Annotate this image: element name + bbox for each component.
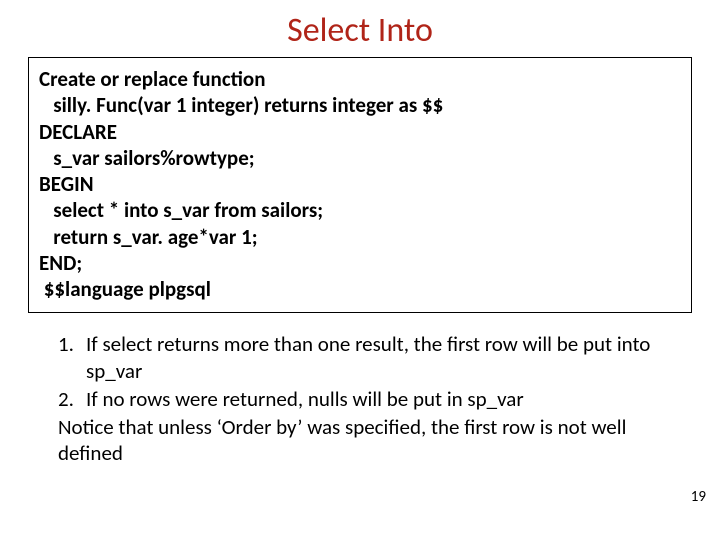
code-line: $$language plpgsql bbox=[39, 276, 681, 302]
list-number: 1. bbox=[58, 331, 74, 357]
list-item: 2. If no rows were returned, nulls will … bbox=[58, 386, 692, 412]
notes-block: 1. If select returns more than one resul… bbox=[28, 331, 692, 466]
slide: Select Into Create or replace function s… bbox=[0, 0, 720, 540]
code-line: return s_var. age*var 1; bbox=[39, 224, 681, 250]
code-line: DECLARE bbox=[39, 119, 681, 145]
code-line: Create or replace function bbox=[39, 66, 681, 92]
slide-title: Select Into bbox=[0, 0, 720, 57]
list-text: If select returns more than one result, … bbox=[86, 331, 650, 383]
code-line: END; bbox=[39, 250, 681, 276]
code-box: Create or replace function silly. Func(v… bbox=[28, 57, 692, 313]
code-line: s_var sailors%rowtype; bbox=[39, 145, 681, 171]
list-number: 2. bbox=[58, 386, 74, 412]
page-number: 19 bbox=[691, 488, 706, 506]
list-item: 1. If select returns more than one resul… bbox=[58, 331, 692, 384]
notice-text: Notice that unless ‘Order by’ was specif… bbox=[58, 414, 692, 467]
code-line: select * into s_var from sailors; bbox=[39, 197, 681, 223]
code-line: BEGIN bbox=[39, 171, 681, 197]
code-line: silly. Func(var 1 integer) returns integ… bbox=[39, 92, 681, 118]
notes-list: 1. If select returns more than one resul… bbox=[58, 331, 692, 412]
list-text: If no rows were returned, nulls will be … bbox=[86, 386, 524, 412]
